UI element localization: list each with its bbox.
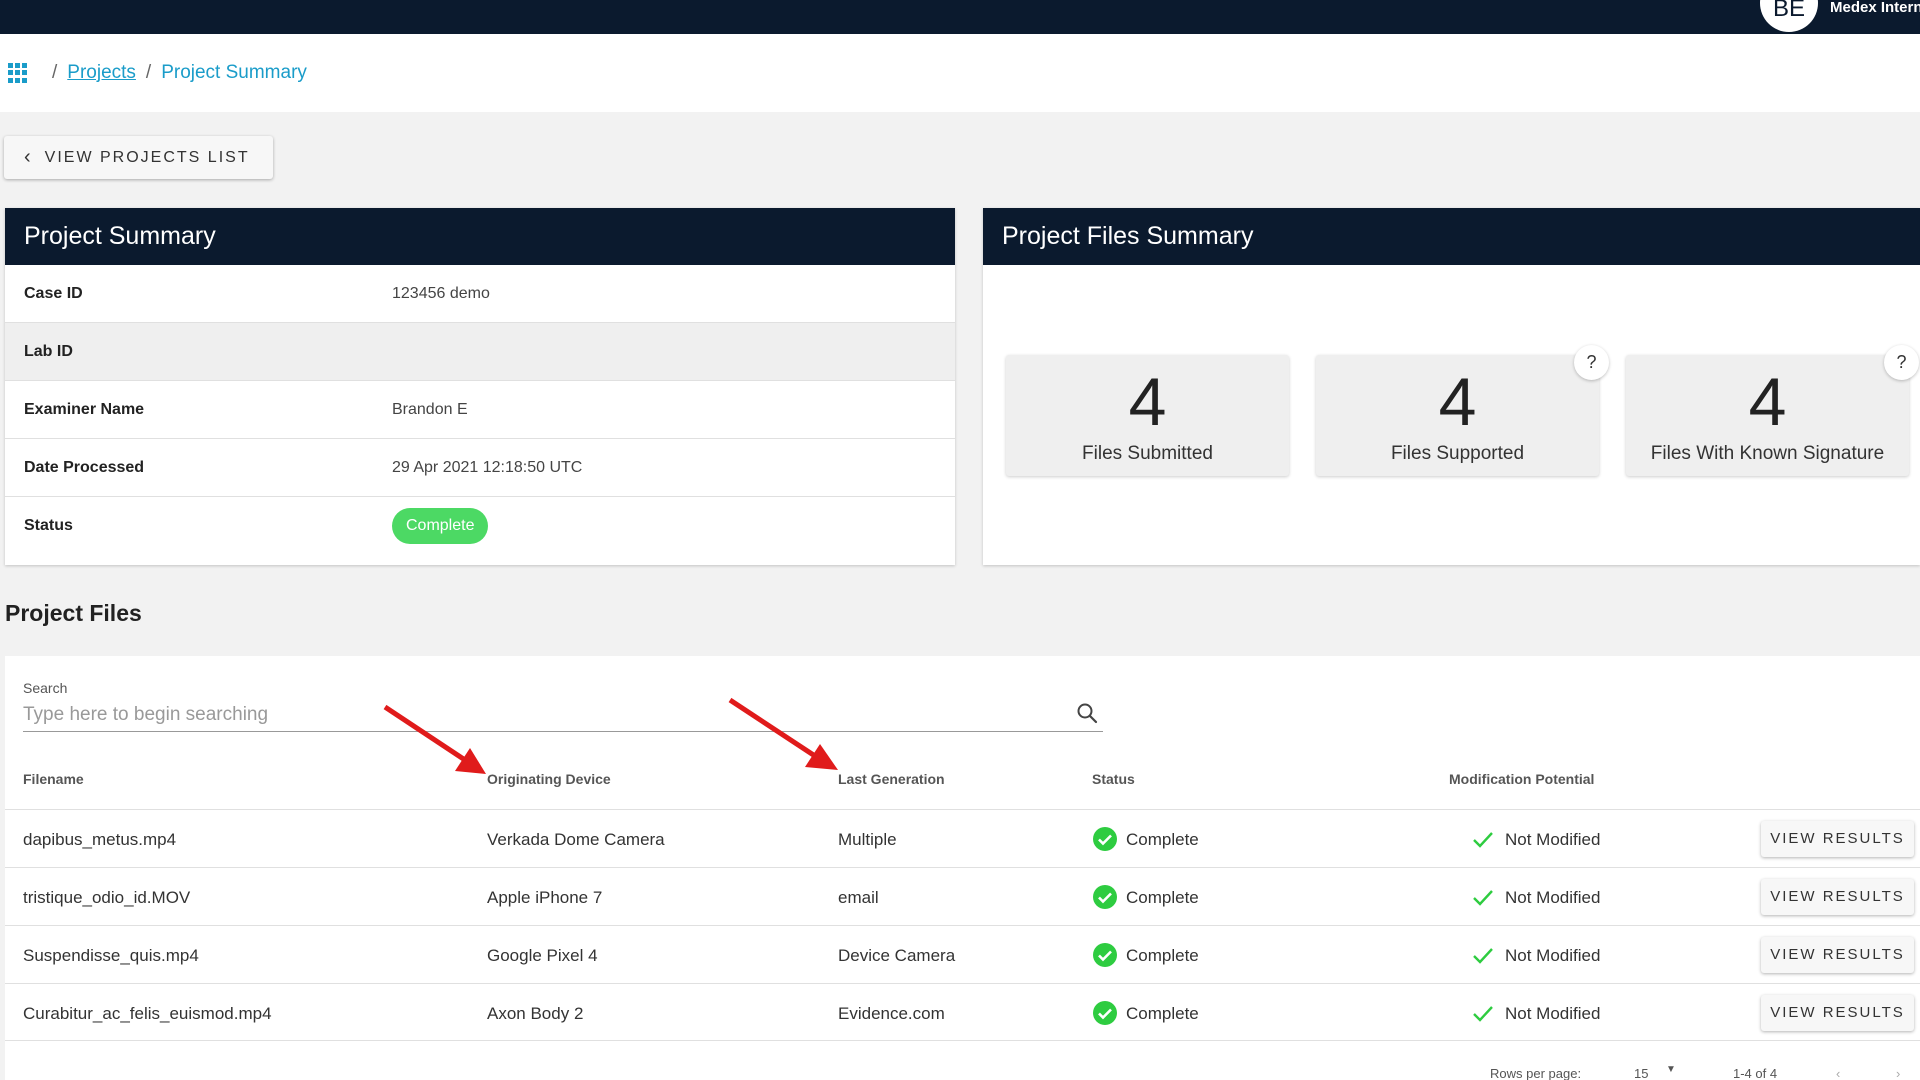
cell-status: Complete: [1126, 1004, 1199, 1023]
check-circle-icon: [1093, 943, 1117, 967]
cell-modification-potential: Not Modified: [1505, 830, 1601, 849]
stat-value: 4: [1748, 364, 1787, 440]
summary-value: Brandon E: [392, 400, 468, 418]
search-input[interactable]: [23, 698, 1103, 732]
column-header-status[interactable]: Status: [1092, 771, 1135, 787]
cell-status: Complete: [1126, 946, 1199, 965]
summary-label: Lab ID: [24, 342, 73, 360]
cell-filename: Curabitur_ac_felis_euismod.mp4: [23, 1004, 272, 1023]
summary-label: Date Processed: [24, 458, 145, 476]
summary-row-status: Status Complete: [5, 497, 955, 555]
stat-value: 4: [1438, 364, 1477, 440]
table-row: tristique_odio_id.MOV Apple iPhone 7 ema…: [5, 867, 1920, 925]
cell-originating-device: Axon Body 2: [487, 1004, 584, 1023]
table-row: Suspendisse_quis.mp4 Google Pixel 4 Devi…: [5, 925, 1920, 983]
summary-value: 123456 demo: [392, 284, 490, 302]
summary-row-examiner-name: Examiner Name Brandon E: [5, 381, 955, 439]
stat-value: 4: [1128, 364, 1167, 440]
project-files-summary-title: Project Files Summary: [983, 208, 1920, 265]
project-summary-card: Project Summary Case ID 123456 demo Lab …: [5, 208, 955, 565]
check-circle-icon: [1093, 827, 1117, 851]
summary-label: Case ID: [24, 284, 83, 302]
table-row: Curabitur_ac_felis_euismod.mp4 Axon Body…: [5, 983, 1920, 1041]
project-files-summary-card: Project Files Summary 4 Files Submitted …: [983, 208, 1920, 565]
table-row: dapibus_metus.mp4 Verkada Dome Camera Mu…: [5, 809, 1920, 867]
column-header-last-generation[interactable]: Last Generation: [838, 771, 945, 787]
check-icon: [1473, 1006, 1493, 1022]
breadcrumb-current: Project Summary: [161, 62, 307, 83]
cell-originating-device: Verkada Dome Camera: [487, 830, 665, 849]
cell-modification-potential: Not Modified: [1505, 888, 1601, 907]
breadcrumb-separator: /: [145, 62, 152, 83]
stat-label: Files Submitted: [1082, 443, 1213, 464]
column-header-originating-device[interactable]: Originating Device: [487, 771, 611, 787]
check-icon: [1473, 832, 1493, 848]
stat-files-submitted: 4 Files Submitted: [1006, 355, 1289, 476]
user-avatar[interactable]: BE: [1760, 0, 1818, 32]
search-label: Search: [23, 680, 68, 696]
stat-files-known-signature: 4 Files With Known Signature ?: [1626, 345, 1919, 476]
chevron-right-icon[interactable]: ›: [1896, 1066, 1900, 1080]
cell-filename: tristique_odio_id.MOV: [23, 888, 191, 907]
cell-originating-device: Apple iPhone 7: [487, 888, 603, 907]
check-circle-icon: [1093, 1001, 1117, 1025]
stat-label: Files With Known Signature: [1650, 443, 1885, 464]
search-icon[interactable]: [1075, 701, 1099, 725]
chevron-left-icon: ‹: [24, 146, 31, 168]
project-summary-title: Project Summary: [5, 208, 955, 265]
apps-grid-icon[interactable]: [8, 63, 28, 83]
breadcrumb-separator: /: [52, 62, 58, 83]
cell-last-generation: email: [838, 888, 879, 907]
view-projects-list-button[interactable]: ‹ VIEW PROJECTS LIST: [4, 136, 273, 179]
view-results-button[interactable]: VIEW RESULTS: [1761, 937, 1914, 973]
column-header-modification-potential[interactable]: Modification Potential: [1449, 771, 1594, 787]
cell-last-generation: Multiple: [838, 830, 897, 849]
cell-last-generation: Device Camera: [838, 946, 956, 965]
status-badge: Complete: [392, 508, 489, 544]
check-icon: [1473, 948, 1493, 964]
project-files-table: Search Filename Originating Device Last …: [5, 656, 1920, 1080]
rows-per-page-select[interactable]: 15: [1634, 1066, 1648, 1080]
organization-name: Medex Intern: [1830, 0, 1920, 16]
cell-modification-potential: Not Modified: [1505, 946, 1601, 965]
summary-row-lab-id: Lab ID: [5, 323, 955, 381]
view-projects-list-label: VIEW PROJECTS LIST: [44, 148, 250, 166]
summary-label: Examiner Name: [24, 400, 145, 418]
cell-filename: dapibus_metus.mp4: [23, 830, 177, 849]
rows-per-page-label: Rows per page:: [1490, 1066, 1582, 1080]
pagination-range: 1-4 of 4: [1733, 1066, 1778, 1080]
summary-value: 29 Apr 2021 12:18:50 UTC: [392, 458, 583, 476]
chevron-left-icon[interactable]: ‹: [1836, 1066, 1840, 1080]
view-results-button[interactable]: VIEW RESULTS: [1761, 879, 1914, 915]
check-circle-icon: [1093, 885, 1117, 909]
column-header-filename[interactable]: Filename: [23, 771, 84, 787]
stat-label: Files Supported: [1390, 443, 1525, 464]
summary-label: Status: [24, 517, 73, 534]
check-icon: [1473, 890, 1493, 906]
help-icon[interactable]: ?: [1574, 345, 1609, 380]
breadcrumb-bar: / Projects / Project Summary: [0, 34, 1920, 112]
cell-last-generation: Evidence.com: [838, 1004, 945, 1023]
cell-originating-device: Google Pixel 4: [487, 946, 598, 965]
view-results-button[interactable]: VIEW RESULTS: [1761, 821, 1914, 857]
top-nav-bar: BE Medex Intern: [0, 0, 1920, 34]
summary-row-case-id: Case ID 123456 demo: [5, 265, 955, 323]
breadcrumb-projects-link[interactable]: Projects: [67, 62, 136, 84]
cell-status: Complete: [1126, 830, 1199, 849]
project-files-title: Project Files: [5, 600, 142, 626]
stat-files-supported: 4 Files Supported ?: [1316, 345, 1609, 476]
help-icon[interactable]: ?: [1884, 345, 1919, 380]
summary-row-date-processed: Date Processed 29 Apr 2021 12:18:50 UTC: [5, 439, 955, 497]
cell-status: Complete: [1126, 888, 1199, 907]
breadcrumb: / Projects / Project Summary: [8, 62, 307, 84]
dropdown-arrow-icon[interactable]: ▼: [1666, 1064, 1676, 1075]
view-results-button[interactable]: VIEW RESULTS: [1761, 995, 1914, 1031]
cell-filename: Suspendisse_quis.mp4: [23, 946, 199, 965]
cell-modification-potential: Not Modified: [1505, 1004, 1601, 1023]
